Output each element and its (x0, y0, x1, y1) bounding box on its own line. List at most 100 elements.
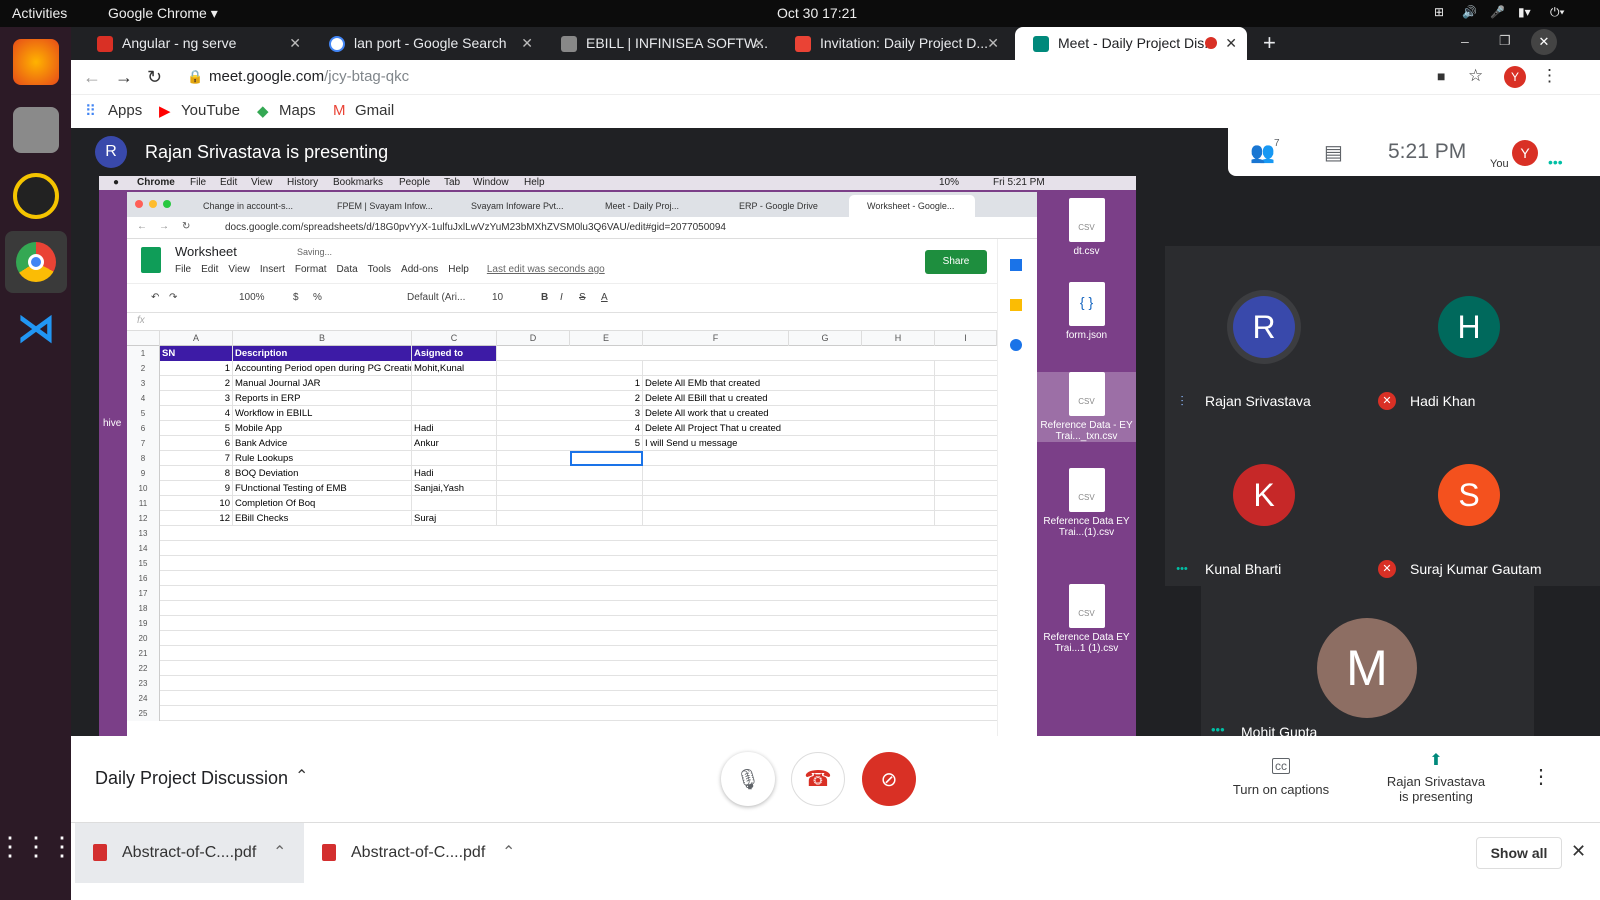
lock-icon[interactable]: 🔒 (187, 69, 203, 85)
back-icon[interactable]: ← (83, 67, 101, 88)
menu-icon[interactable]: ⋮ (1541, 66, 1558, 86)
activities-button[interactable]: Activities (12, 5, 67, 21)
more-options-icon[interactable]: ⋮ (1531, 764, 1551, 789)
show-all-button[interactable]: Show all (1476, 837, 1562, 869)
mac-desktop-left: hive (99, 190, 129, 736)
close-icon[interactable]: ✕ (289, 27, 301, 60)
power-icon[interactable]: ⏻▾ (1550, 5, 1565, 20)
tab-angular[interactable]: Angular - ng serve ✕ (79, 27, 311, 60)
sheet-cell (412, 391, 497, 406)
clock[interactable]: Oct 30 17:21 (777, 5, 857, 21)
participant-name: Suraj Kumar Gautam (1410, 561, 1542, 577)
forward-icon[interactable]: → (115, 67, 133, 88)
column-header: I (935, 331, 997, 346)
captions-button[interactable]: cc Turn on captions (1221, 758, 1341, 797)
sheet-cell: Workflow in EBILL (233, 406, 412, 421)
more-icon[interactable]: ••• (1548, 154, 1563, 170)
sheet-cell (570, 481, 643, 496)
download-item[interactable]: Abstract-of-C....pdf ⌃ (75, 823, 304, 883)
restore-button[interactable]: ❐ (1499, 33, 1511, 49)
sheets-menu-item: Edit (201, 264, 219, 275)
shared-url: docs.google.com/spreadsheets/d/18G0pvYyX… (225, 222, 726, 233)
mic-icon[interactable]: 🎤 (1490, 5, 1505, 19)
mic-button[interactable]: 🎙 (721, 752, 775, 806)
vscode-icon[interactable]: ⋊ (13, 305, 59, 351)
sheet-cell: Mobile App (233, 421, 412, 436)
youtube-icon: ▶ (159, 103, 171, 120)
sheets-menu-item: Add-ons (401, 264, 439, 275)
row-number: 16 (127, 571, 160, 586)
sheet-cell: 7 (160, 451, 233, 466)
close-icon[interactable]: ✕ (753, 27, 765, 60)
mac-clock: Fri 5:21 PM (993, 177, 1045, 188)
bookmark-maps[interactable]: Maps (279, 102, 316, 119)
present-button[interactable]: ⬆ Rajan Srivastava is presenting (1371, 750, 1501, 804)
rhythmbox-icon[interactable] (13, 173, 59, 219)
app-menu[interactable]: Google Chrome ▾ (108, 5, 218, 22)
close-icon[interactable]: ✕ (521, 27, 533, 60)
more-dots-icon: ••• (1211, 722, 1225, 736)
back-icon: ← (137, 221, 147, 232)
star-icon[interactable]: ☆ (1468, 66, 1483, 86)
row-number: 11 (127, 496, 160, 511)
reload-icon[interactable]: ↻ (147, 67, 162, 88)
volume-icon[interactable]: 🔊 (1462, 5, 1477, 19)
chevron-up-icon[interactable]: ⌃ (295, 766, 308, 786)
participant-tile[interactable]: R ⫶ Rajan Srivastava (1165, 296, 1365, 446)
bookmark-apps[interactable]: Apps (108, 102, 142, 119)
sheet-cell: Description (233, 346, 412, 361)
chrome-app-label: Google Chrome (108, 5, 207, 21)
tab-google-search[interactable]: lan port - Google Search ✕ (311, 27, 543, 60)
chevron-up-icon[interactable]: ⌃ (273, 823, 286, 883)
profile-avatar[interactable]: Y (1504, 66, 1526, 88)
row-number: 4 (127, 391, 160, 406)
people-icon[interactable]: 👥 (1250, 140, 1275, 165)
bookmark-youtube[interactable]: YouTube (181, 102, 240, 119)
show-apps-icon[interactable]: ⋮⋮⋮ (0, 823, 75, 869)
firefox-icon[interactable] (13, 39, 59, 85)
meeting-title[interactable]: Daily Project Discussion (95, 768, 288, 789)
camera-button[interactable]: ⊘ (862, 752, 916, 806)
close-icon[interactable]: ✕ (1225, 27, 1237, 60)
chevron-up-icon[interactable]: ⌃ (502, 823, 515, 883)
tab-meet[interactable]: Meet - Daily Project Dis... ✕ (1015, 27, 1247, 60)
table-row: 10 9 FUnctional Testing of EMB Sanjai,Yash (127, 481, 997, 496)
bookmark-gmail[interactable]: Gmail (355, 102, 394, 119)
sheet-cell: 8 (160, 466, 233, 481)
speaking-icon: ⫶ (1180, 393, 1184, 409)
sheet-cell: Delete All EMb that created (643, 376, 935, 391)
chat-icon[interactable]: ▤ (1324, 140, 1343, 165)
camera-icon[interactable]: ■ (1437, 68, 1445, 84)
mac-menu-item: People (399, 177, 431, 188)
sheet-cell: 1 (570, 376, 643, 391)
captions-label: Turn on captions (1232, 782, 1330, 797)
csv-file-icon: CSV (1068, 468, 1105, 512)
chrome-icon[interactable] (5, 231, 67, 293)
participant-tile[interactable]: H ✕ Hadi Khan (1370, 296, 1570, 446)
network-icon[interactable]: ⊞ (1434, 5, 1444, 19)
table-row: 22 (127, 661, 997, 676)
hang-up-button[interactable]: ☎ (791, 752, 845, 806)
tab-label: EBILL | INFINISEA SOFTW... (586, 35, 769, 51)
table-row: 3 2 Manual Journal JAR 1 Delete All EMb that… (127, 376, 997, 391)
sheet-cell (643, 496, 935, 511)
battery-icon[interactable]: ▮▾ (1518, 5, 1531, 19)
participant-count: 7 (1274, 138, 1280, 149)
minimize-button[interactable]: – (1461, 33, 1469, 49)
download-item[interactable]: Abstract-of-C....pdf ⌃ (304, 823, 533, 883)
tab-ebill[interactable]: EBILL | INFINISEA SOFTW... ✕ (543, 27, 775, 60)
close-icon[interactable]: ✕ (987, 27, 999, 60)
mac-close-dot (135, 200, 143, 208)
tab-invitation[interactable]: Invitation: Daily Project D... ✕ (777, 27, 1009, 60)
more-dots-icon: ••• (1176, 563, 1188, 575)
reload-icon: ↻ (182, 221, 191, 232)
participant-name: Mohit Gupta (1241, 724, 1318, 736)
shared-screen[interactable]: ● Chrome File Edit View History Bookmark… (99, 176, 1136, 736)
participant-tile-large[interactable]: M ••• Mohit Gupta (1201, 586, 1534, 736)
new-tab-button[interactable]: + (1263, 30, 1276, 56)
files-icon[interactable] (13, 107, 59, 153)
url-field[interactable]: meet.google.com/jcy-btag-qkc (209, 68, 409, 85)
close-downloads-icon[interactable]: ✕ (1571, 841, 1586, 862)
row-number: 1 (127, 346, 160, 361)
window-close-button[interactable]: ✕ (1531, 29, 1557, 55)
